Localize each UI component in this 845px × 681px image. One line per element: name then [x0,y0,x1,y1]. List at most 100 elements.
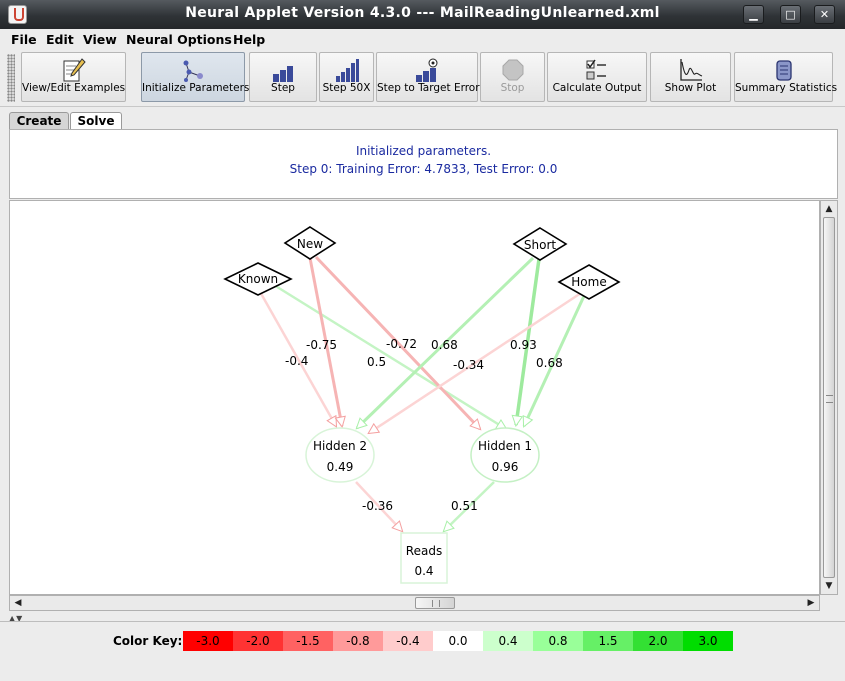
initialize-parameters-button[interactable]: Initialize Parameters [141,52,250,102]
calculate-output-label: Calculate Output [552,82,642,94]
input-node-new[interactable]: New [283,226,337,260]
step-50x-label: Step 50X [322,82,371,94]
toolbar: View/Edit Examples Initialize Parameters… [0,50,845,107]
hidden2-value: 0.49 [327,460,354,474]
close-icon: ✕ [819,8,830,21]
tab-solve[interactable]: Solve [70,112,122,130]
step-50x-icon [335,59,359,82]
menu-bar: File Edit View Neural Options Help [0,29,845,50]
window-title: Neural Applet Version 4.3.0 --- MailRead… [185,5,660,21]
target-step-icon [416,58,438,82]
weight-hidden1-reads: 0.51 [451,499,478,513]
stop-label: Stop [500,82,525,94]
maximize-icon: □ [785,8,796,21]
summary-statistics-button[interactable]: Summary Statistics [734,52,838,102]
color-key-label: Color Key: [113,634,183,648]
initialize-parameters-label: Initialize Parameters [142,82,250,94]
status-message: Initialized parameters. [355,144,492,158]
color-key-swatch: -2.0 [233,631,283,651]
hidden-node-2[interactable]: Hidden 2 0.49 [305,427,375,483]
input-label-home: Home [571,275,606,289]
weight-known-hidden2: -0.4 [285,354,308,368]
toolbar-grip[interactable] [7,54,15,102]
weight-new-hidden1: -0.72 [386,337,417,351]
color-key-swatch: -1.5 [283,631,333,651]
scroll-down-icon[interactable]: ▼ [822,579,836,593]
menu-file[interactable]: File [11,32,37,47]
step-to-target-error-button[interactable]: Step to Target Error [376,52,480,102]
weight-home-hidden1: 0.68 [536,356,563,370]
split-pane-divider[interactable] [0,621,845,622]
network-canvas[interactable]: -0.4 0.5 -0.75 -0.72 0.68 0.93 -0.34 0.6… [9,200,820,595]
stop-icon [502,59,523,81]
input-label-short: Short [524,238,556,252]
color-key-swatch: 0.4 [483,631,533,651]
color-key-swatch: 3.0 [683,631,733,651]
initialize-network-icon [183,60,203,82]
menu-view[interactable]: View [83,32,117,47]
color-key-swatch: 1.5 [583,631,633,651]
menu-help[interactable]: Help [233,32,265,47]
vertical-scroll-thumb[interactable] [823,217,835,578]
calculate-output-button[interactable]: Calculate Output [547,52,647,102]
menu-edit[interactable]: Edit [46,32,74,47]
input-node-home[interactable]: Home [557,264,621,300]
color-key-swatch: 0.0 [433,631,483,651]
scroll-left-icon[interactable]: ◀ [11,596,25,610]
weight-known-hidden1: 0.5 [367,355,386,369]
title-bar[interactable]: Neural Applet Version 4.3.0 --- MailRead… [0,0,845,29]
weight-home-hidden2: -0.34 [453,358,484,372]
view-edit-examples-label: View/Edit Examples [22,82,126,94]
status-panel: Initialized parameters. Step 0: Training… [9,129,838,199]
step-50x-button[interactable]: Step 50X [319,52,374,102]
minimize-button[interactable]: ▁ [743,5,764,24]
horizontal-scrollbar[interactable]: ◀ ▶ [9,595,820,611]
reads-value: 0.4 [414,564,433,578]
menu-neural-options[interactable]: Neural Options [126,32,232,47]
color-key-swatch: 0.8 [533,631,583,651]
network-graph: -0.4 0.5 -0.75 -0.72 0.68 0.93 -0.34 0.6… [223,226,621,584]
step-label: Step [271,82,295,94]
step-to-target-error-label: Step to Target Error [377,82,480,94]
show-plot-label: Show Plot [664,82,717,94]
color-key-swatch: -0.4 [383,631,433,651]
scroll-up-icon[interactable]: ▲ [822,202,836,216]
edge-known-hidden1[interactable] [273,283,506,429]
scroll-right-icon[interactable]: ▶ [804,596,818,610]
minimize-icon: ▁ [749,8,758,21]
step-icon [273,66,293,82]
checklist-icon [586,59,606,80]
reads-name: Reads [406,544,442,558]
status-error-line: Step 0: Training Error: 4.7833, Test Err… [289,162,558,176]
view-edit-examples-button[interactable]: View/Edit Examples [21,52,126,102]
plot-icon [679,59,702,81]
maximize-button[interactable]: □ [780,5,801,24]
input-label-new: New [297,237,323,251]
show-plot-button[interactable]: Show Plot [650,52,731,102]
input-label-known: Known [238,272,278,286]
weight-hidden2-reads: -0.36 [362,499,393,513]
tab-create[interactable]: Create [9,112,69,129]
summary-statistics-label: Summary Statistics [735,82,838,94]
color-key-swatch: -0.8 [333,631,383,651]
hidden1-value: 0.96 [492,460,519,474]
scroll-document-icon [775,60,792,81]
hidden2-name: Hidden 2 [313,439,367,453]
weight-short-hidden2: 0.68 [431,338,458,352]
vertical-scrollbar[interactable]: ▲ ▼ [820,200,838,595]
color-key-swatch: 2.0 [633,631,683,651]
color-key-swatch: -3.0 [183,631,233,651]
hthumb-grip-icon [432,600,440,607]
weight-short-hidden1: 0.93 [510,338,537,352]
step-button[interactable]: Step [249,52,317,102]
close-button[interactable]: ✕ [814,5,835,24]
thumb-grip-icon [826,395,833,403]
hidden-node-1[interactable]: Hidden 1 0.96 [470,427,540,483]
weight-new-hidden2: -0.75 [306,338,337,352]
output-node-reads[interactable]: Reads 0.4 [400,532,448,584]
input-node-short[interactable]: Short [512,227,568,261]
hidden1-name: Hidden 1 [478,439,532,453]
stop-button[interactable]: Stop [480,52,545,102]
notepad-pencil-icon [63,58,86,82]
horizontal-scroll-thumb[interactable] [415,597,455,609]
